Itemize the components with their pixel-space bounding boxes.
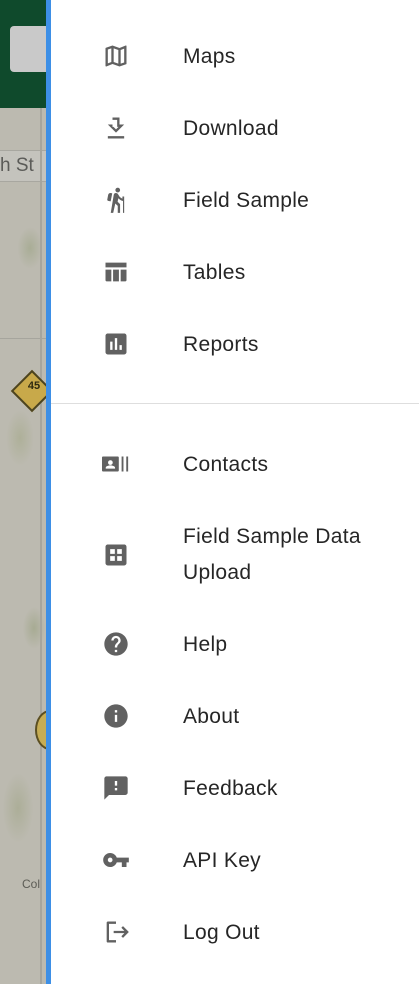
navigation-drawer: Maps Download Field Sample Tables Report… (51, 0, 419, 984)
info-icon (101, 701, 131, 731)
nav-label: Feedback (183, 776, 278, 800)
nav-item-reports[interactable]: Reports (51, 326, 419, 362)
table-icon (101, 257, 131, 287)
contacts-icon (101, 449, 131, 479)
nav-item-help[interactable]: Help (51, 626, 419, 662)
nav-label-line1: Field Sample Data (183, 525, 361, 548)
bar-chart-icon (101, 329, 131, 359)
nav-label: Contacts (183, 452, 269, 476)
nav-item-field-sample[interactable]: Field Sample (51, 182, 419, 218)
map-marker-label: 45 (27, 380, 41, 392)
nav-label-line2: Upload (183, 561, 252, 584)
background-map[interactable]: h St 45 Col (0, 0, 46, 984)
nav-label: About (183, 704, 240, 728)
map-road-line (40, 108, 42, 984)
nav-item-contacts[interactable]: Contacts (51, 446, 419, 482)
grid-upload-icon (101, 540, 131, 570)
map-icon (101, 41, 131, 71)
nav-label: Reports (183, 332, 259, 356)
screen: h St 45 Col Maps Download Field Sample T… (0, 0, 419, 984)
nav-label: Field Sample (183, 188, 310, 212)
feedback-icon (101, 773, 131, 803)
nav-label: API Key (183, 848, 261, 872)
nav-label: Help (183, 632, 228, 656)
hiker-icon (101, 185, 131, 215)
help-icon (101, 629, 131, 659)
nav-item-tables[interactable]: Tables (51, 254, 419, 290)
nav-item-download[interactable]: Download (51, 110, 419, 146)
nav-item-maps[interactable]: Maps (51, 38, 419, 74)
nav-item-api-key[interactable]: API Key (51, 842, 419, 878)
nav-item-field-sample-data-upload[interactable]: Field Sample Data Upload (51, 520, 419, 590)
map-place-label: Col (22, 877, 41, 891)
map-road-line (0, 338, 46, 339)
nav-label: Download (183, 116, 279, 140)
nav-item-log-out[interactable]: Log Out (51, 914, 419, 950)
nav-label: Tables (183, 260, 246, 284)
map-search-box[interactable] (10, 26, 46, 72)
nav-item-feedback[interactable]: Feedback (51, 770, 419, 806)
logout-icon (101, 917, 131, 947)
nav-divider (51, 403, 419, 404)
nav-label: Maps (183, 44, 236, 68)
nav-item-about[interactable]: About (51, 698, 419, 734)
download-icon (101, 113, 131, 143)
nav-label: Log Out (183, 920, 260, 944)
key-icon (101, 845, 131, 875)
